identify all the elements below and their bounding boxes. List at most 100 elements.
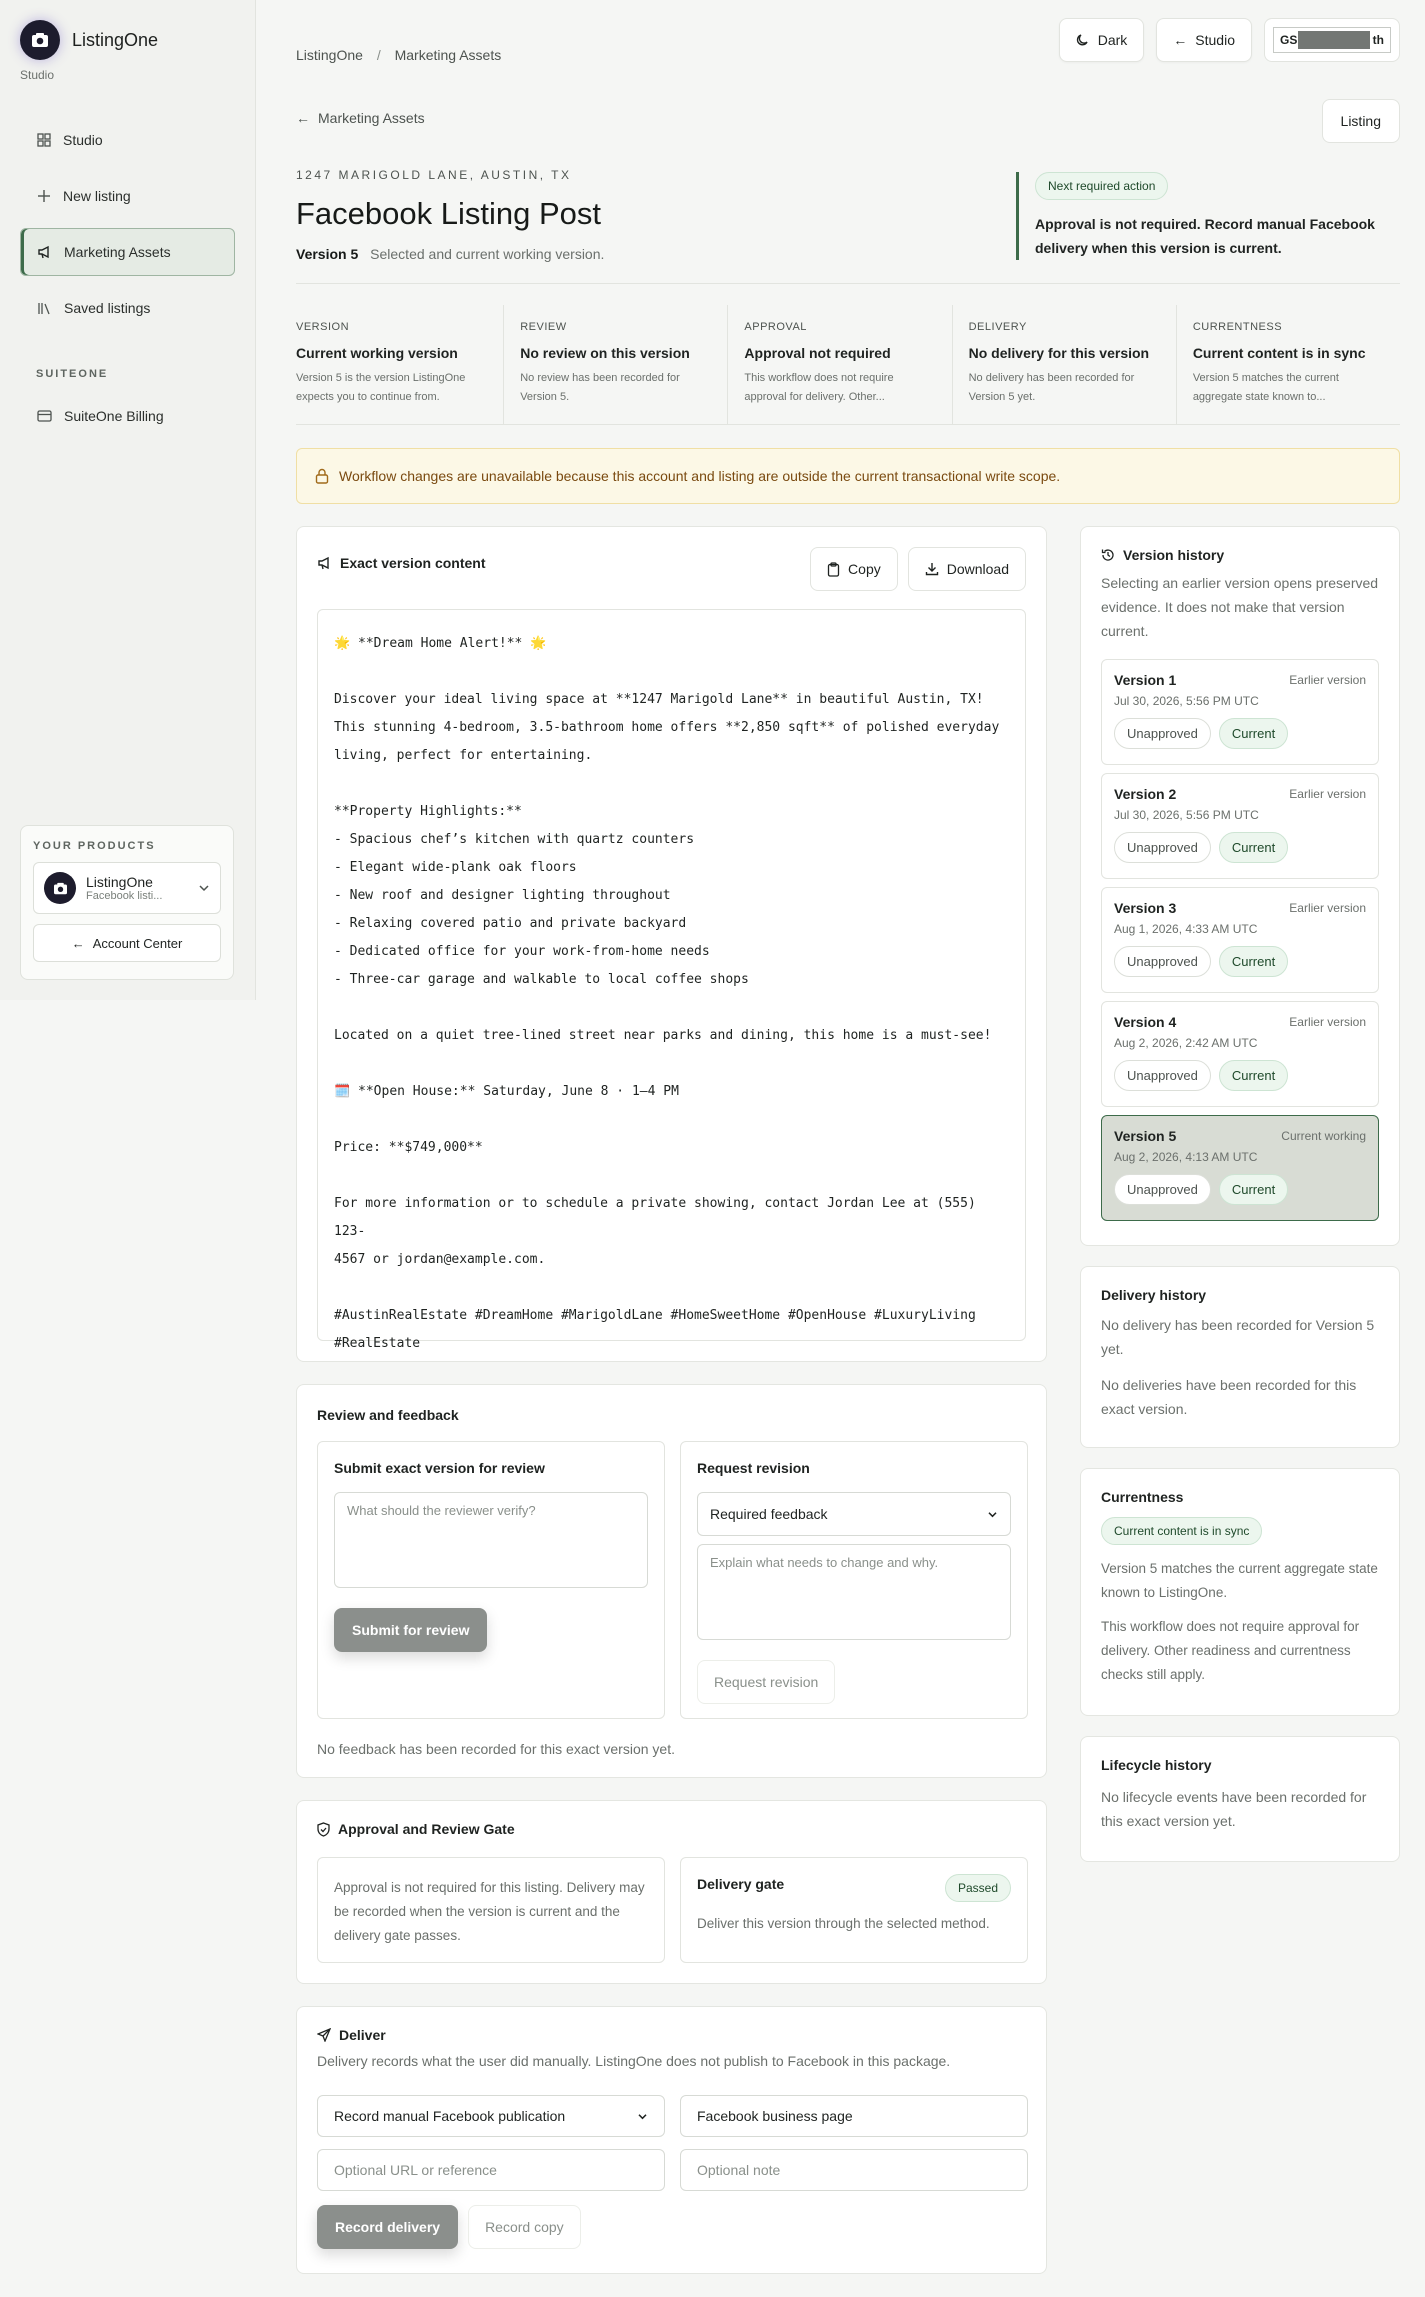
avatar: GS th [1273, 27, 1391, 53]
content-line: - Elegant wide-plank oak floors [334, 860, 577, 875]
back-link[interactable]: ← Marketing Assets [296, 110, 425, 126]
copy-label: Copy [848, 561, 881, 577]
copy-button[interactable]: Copy [810, 547, 898, 591]
arrow-left-icon: ← [1173, 32, 1188, 48]
version-item-2[interactable]: Version 2 Earlier version Jul 30, 2026, … [1101, 773, 1379, 879]
version-item-5[interactable]: Version 5 Current working Aug 2, 2026, 4… [1101, 1115, 1379, 1221]
sidebar-item-saved-listings[interactable]: Saved listings [20, 284, 235, 332]
product-switcher[interactable]: ListingOne Facebook listi... [33, 862, 221, 914]
brand[interactable]: ListingOne [0, 0, 255, 60]
chevron-down-icon [199, 885, 209, 892]
delivery-method-value: Record manual Facebook publication [334, 2108, 566, 2124]
url-reference-input[interactable]: Optional URL or reference [317, 2149, 665, 2191]
version-state: Current working [1281, 1129, 1366, 1143]
shield-check-icon [317, 1821, 330, 1837]
send-icon [317, 2028, 331, 2042]
delivery-history-text: No deliveries have been recorded for thi… [1101, 1377, 1357, 1417]
breadcrumb-item[interactable]: ListingOne [296, 47, 363, 63]
download-icon [925, 563, 938, 576]
content-line: 🌟 **Dream Home Alert!** 🌟 [334, 636, 547, 651]
version-item-3[interactable]: Version 3 Earlier version Aug 1, 2026, 4… [1101, 887, 1379, 993]
status-label: VERSION [296, 321, 350, 333]
revision-notes-input[interactable]: Explain what needs to change and why. [697, 1544, 1011, 1640]
sidebar-item-suiteone-billing[interactable]: SuiteOne Billing [20, 392, 235, 440]
request-revision-panel: Request revision Required feedback Expla… [680, 1441, 1028, 1719]
currentness-title: Currentness [1101, 1489, 1184, 1505]
delivery-method-select[interactable]: Record manual Facebook publication [317, 2095, 665, 2137]
content-line: This stunning 4-bedroom, 3.5-bathroom ho… [334, 720, 1000, 735]
next-action-text: Approval is not required. Record manual … [1035, 216, 1375, 256]
status-value: No review on this version [520, 345, 690, 361]
user-menu[interactable]: GS th [1264, 18, 1400, 62]
version-date: Jul 30, 2026, 5:56 PM UTC [1114, 694, 1259, 708]
record-copy-button[interactable]: Record copy [468, 2205, 581, 2249]
version-history-card: Version history Selecting an earlier ver… [1080, 526, 1400, 1246]
user-initials: GS [1280, 33, 1298, 47]
topbar: ListingOne / Marketing Assets Dark ← Stu… [296, 0, 1400, 80]
status-label: REVIEW [520, 321, 567, 333]
status-label: CURRENTNESS [1192, 321, 1283, 333]
version-item-1[interactable]: Version 1 Earlier version Jul 30, 2026, … [1101, 659, 1379, 765]
delivery-gate-panel: Delivery gate Passed Deliver this versio… [680, 1857, 1028, 1963]
approval-card-title: Approval and Review Gate [317, 1821, 1026, 1837]
content-title-label: Exact version content [340, 555, 486, 571]
currentness-text: Version 5 matches the current aggregate … [1101, 1561, 1378, 1600]
version-date: Aug 1, 2026, 4:33 AM UTC [1114, 922, 1258, 936]
deliver-title-label: Deliver [339, 2027, 386, 2043]
content-line [334, 1274, 1009, 1302]
version-description: Selected and current working version. [370, 246, 605, 262]
sidebar-item-marketing-assets[interactable]: Marketing Assets [20, 228, 235, 276]
content-line: living, perfect for entertaining. [334, 748, 593, 763]
download-button[interactable]: Download [907, 547, 1026, 591]
feedback-type-select[interactable]: Required feedback [697, 1492, 1011, 1536]
feedback-type-value: Required feedback [710, 1506, 828, 1522]
version-state: Earlier version [1289, 787, 1366, 801]
content-line [334, 1106, 1009, 1134]
review-feedback-card: Review and feedback Submit exact version… [296, 1384, 1047, 1778]
credit-card-icon [37, 410, 52, 422]
arrow-left-icon: ← [296, 110, 310, 126]
megaphone-icon [38, 245, 49, 259]
back-link-label: Marketing Assets [318, 110, 425, 126]
version-state: Earlier version [1289, 901, 1366, 915]
content-line: - Three-car garage and walkable to local… [334, 972, 749, 987]
status-value: Approval not required [744, 345, 891, 361]
current-tag: Current [1218, 832, 1289, 863]
version-item-4[interactable]: Version 4 Earlier version Aug 2, 2026, 2… [1101, 1001, 1379, 1107]
status-description: Version 5 is the version ListingOne expe… [296, 372, 466, 403]
record-delivery-button[interactable]: Record delivery [317, 2205, 459, 2249]
note-input[interactable]: Optional note [680, 2149, 1028, 2191]
camera-logo-icon [44, 872, 76, 904]
unapproved-tag: Unapproved [1114, 832, 1211, 863]
unapproved-tag: Unapproved [1114, 1174, 1211, 1205]
dark-mode-label: Dark [1097, 32, 1128, 48]
status-description: No delivery has been recorded for Versio… [968, 372, 1135, 403]
destination-input[interactable]: Facebook business page [680, 2095, 1028, 2137]
status-approval: APPROVAL Approval not required This work… [728, 305, 953, 424]
request-revision-button[interactable]: Request revision [697, 1660, 836, 1704]
content-line: Discover your ideal living space at **12… [334, 692, 984, 707]
sidebar-item-label: Marketing Assets [64, 244, 171, 260]
account-center-button[interactable]: ← Account Center [33, 924, 221, 962]
unapproved-tag: Unapproved [1114, 718, 1211, 749]
sidebar-item-label: SuiteOne Billing [64, 408, 164, 424]
review-notes-input[interactable]: What should the reviewer verify? [334, 1492, 648, 1588]
content-line [334, 994, 1009, 1022]
listing-button[interactable]: Listing [1321, 99, 1400, 143]
current-tag: Current [1218, 1174, 1289, 1205]
studio-button[interactable]: ← Studio [1156, 18, 1252, 62]
content-line [334, 1050, 1009, 1078]
content-line: 🗓️ **Open House:** Saturday, June 8 · 1–… [334, 1084, 679, 1099]
status-version: VERSION Current working version Version … [296, 305, 505, 424]
dark-mode-button[interactable]: Dark [1058, 18, 1145, 62]
sidebar: ListingOne Studio Studio New listing Mar… [0, 0, 256, 1000]
approval-title-label: Approval and Review Gate [338, 1821, 515, 1837]
redacted-name [1298, 31, 1370, 49]
sidebar-item-studio[interactable]: Studio [20, 116, 235, 164]
submit-for-review-button[interactable]: Submit for review [334, 1608, 488, 1652]
deliver-card: Deliver Delivery records what the user d… [296, 2006, 1047, 2274]
content-line [334, 770, 1009, 798]
status-label: DELIVERY [968, 321, 1027, 333]
sidebar-item-new-listing[interactable]: New listing [20, 172, 235, 220]
content-line: - Dedicated office for your work-from-ho… [334, 944, 710, 959]
